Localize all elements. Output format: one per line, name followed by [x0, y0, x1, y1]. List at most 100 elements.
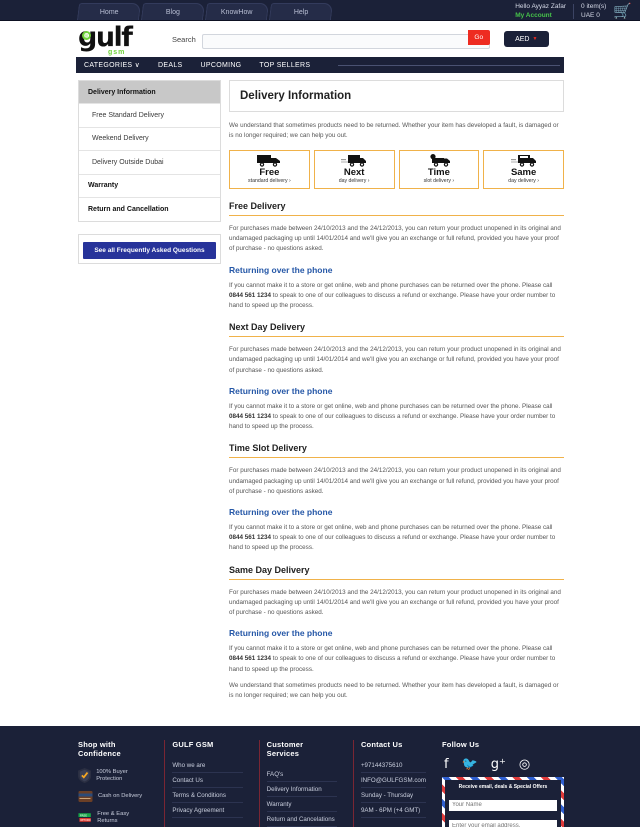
- faq-box: See all Frequently Asked Questions: [78, 234, 221, 265]
- phone-post: to speak to one of our colleagues to dis…: [229, 534, 556, 552]
- section-same-day-delivery: Same Day Delivery For purchases made bet…: [229, 565, 564, 702]
- footer-link-warranty[interactable]: Warranty: [266, 797, 337, 813]
- greeting-text: Hello Ayyaz Zafar: [515, 3, 567, 10]
- shield-check-icon: [78, 768, 92, 784]
- truck-clock-icon: [430, 154, 450, 167]
- currency-selector[interactable]: AED ▼: [503, 31, 549, 47]
- truck-speed-icon: [341, 155, 367, 167]
- section-subheading: Returning over the phone: [229, 385, 333, 396]
- trust-label: Free & Easy Returns: [97, 810, 130, 824]
- truck-today-icon: [510, 155, 536, 167]
- sidebar-item-warranty[interactable]: Warranty: [79, 175, 220, 198]
- google-plus-icon[interactable]: g⁺: [491, 758, 506, 771]
- cart-item-count: 0 item(s): [581, 3, 607, 10]
- footer-company-column: GULF GSM Who we are Contact Us Terms & C…: [164, 740, 243, 827]
- nav-item-upcoming[interactable]: UPCOMING: [201, 62, 242, 69]
- footer-link-return-cancelations[interactable]: Return and Cancelations: [266, 812, 337, 827]
- top-nav-item-blog[interactable]: Blog: [140, 3, 206, 20]
- social-row: f 🐦 g⁺ ◎: [442, 758, 564, 771]
- footer-link-terms[interactable]: Terms & Conditions: [172, 788, 243, 804]
- closing-paragraph: We understand that sometimes products ne…: [229, 681, 559, 700]
- delivery-box-sub: standard delivery ›: [248, 178, 291, 184]
- logo-circle-icon: ◎: [81, 31, 91, 40]
- section-heading: Time Slot Delivery: [229, 443, 564, 459]
- top-bar: Home Blog KnowHow Help Hello Ayyaz Zafar…: [0, 0, 640, 21]
- phone-pre: If you cannot make it to a store or get …: [229, 281, 553, 289]
- delivery-box-free[interactable]: Free standard delivery ›: [229, 150, 310, 189]
- delivery-box-title: Time: [427, 167, 450, 178]
- top-nav-item-knowhow[interactable]: KnowHow: [204, 3, 270, 20]
- footer-link-contact-us[interactable]: Contact Us: [172, 773, 243, 789]
- footer-column-title: Contact Us: [360, 740, 403, 750]
- section-free-delivery: Free Delivery For purchases made between…: [229, 201, 564, 311]
- nav-item-deals[interactable]: DEALS: [158, 62, 182, 69]
- footer-link-faqs[interactable]: FAQ's: [266, 767, 337, 783]
- facebook-icon[interactable]: f: [444, 758, 449, 771]
- main-nav: CATEGORIES ∨ DEALS UPCOMING TOP SELLERS: [76, 57, 564, 73]
- footer-follow-column: Follow Us f 🐦 g⁺ ◎ Receive email, deals …: [442, 740, 564, 827]
- account-area: Hello Ayyaz Zafar My Account 0 item(s) U…: [515, 2, 632, 20]
- newsletter-email-input[interactable]: [449, 820, 558, 827]
- truck-icon: [257, 155, 281, 167]
- phone-number: 0844 561 1234: [229, 655, 272, 663]
- section-heading: Same Day Delivery: [229, 565, 564, 580]
- site-logo[interactable]: gulf ◎ gsm: [78, 24, 150, 56]
- main-content: Delivery Information We understand that …: [229, 80, 564, 712]
- top-nav-label: Blog: [165, 9, 180, 16]
- newsletter-title: Receive email, deals & Special Offers: [458, 784, 548, 791]
- contact-hours: 9AM - 6PM (+4 GMT): [360, 803, 427, 819]
- see-all-faq-button[interactable]: See all Frequently Asked Questions: [83, 242, 216, 260]
- svg-text:RETURN: RETURN: [80, 818, 90, 822]
- section-paragraph: For purchases made between 24/10/2013 an…: [229, 346, 561, 374]
- divider: [573, 3, 575, 19]
- top-nav-item-help[interactable]: Help: [268, 3, 334, 20]
- section-heading: Free Delivery: [229, 201, 564, 216]
- phone-pre: If you cannot make it to a store or get …: [229, 402, 553, 410]
- footer-column-title: Follow Us: [442, 740, 480, 750]
- delivery-box-sub: day delivery ›: [338, 178, 370, 184]
- delivery-box-title: Free: [259, 167, 280, 178]
- search-go-button[interactable]: Go: [467, 29, 490, 45]
- nav-item-top-sellers[interactable]: TOP SELLERS: [259, 62, 310, 69]
- sidebar-item-delivery-information[interactable]: Delivery Information: [79, 81, 220, 105]
- footer-trust-column: Shop with Confidence 100% Buyer Protecti…: [78, 740, 148, 827]
- sidebar-list: Delivery Information Free Standard Deliv…: [78, 80, 221, 223]
- footer-link-who-we-are[interactable]: Who we are: [172, 758, 243, 774]
- delivery-box-time[interactable]: Time slot delivery ›: [398, 150, 480, 189]
- top-nav-item-home[interactable]: Home: [76, 3, 142, 20]
- newsletter-box: Receive email, deals & Special Offers Su…: [442, 777, 564, 827]
- footer-link-delivery-information[interactable]: Delivery Information: [266, 782, 337, 798]
- top-nav-label: Home: [99, 9, 119, 16]
- shopping-cart-icon[interactable]: 🛒: [613, 4, 632, 19]
- logo-subtext: gsm: [108, 49, 126, 56]
- wallet-icon: [78, 791, 93, 803]
- contact-phone[interactable]: +97144375610: [360, 758, 427, 774]
- footer-link-privacy[interactable]: Privacy Agreement: [172, 803, 243, 819]
- phone-post: to speak to one of our colleagues to dis…: [229, 413, 556, 431]
- phone-pre: If you cannot make it to a store or get …: [229, 645, 553, 653]
- delivery-box-same[interactable]: Same day delivery ›: [483, 150, 564, 189]
- sidebar-item-weekend-delivery[interactable]: Weekend Delivery: [79, 128, 220, 152]
- return-tag-icon: FREE RETURN: [78, 813, 91, 822]
- sidebar-item-delivery-outside-dubai[interactable]: Delivery Outside Dubai: [79, 151, 220, 175]
- search-input[interactable]: [201, 33, 490, 49]
- delivery-box-next[interactable]: Next day delivery ›: [313, 150, 395, 189]
- phone-number: 0844 561 1234: [229, 413, 272, 421]
- nav-item-categories[interactable]: CATEGORIES ∨: [84, 61, 140, 69]
- newsletter-name-input[interactable]: [449, 799, 558, 811]
- svg-text:FREE: FREE: [80, 814, 87, 818]
- contact-email[interactable]: INFO@GULFGSM.com: [360, 773, 427, 789]
- instagram-icon[interactable]: ◎: [519, 758, 530, 771]
- page-body: Delivery Information Free Standard Deliv…: [0, 73, 640, 712]
- phone-number: 0844 561 1234: [229, 534, 272, 542]
- twitter-icon[interactable]: 🐦: [462, 758, 478, 771]
- search-row: Search Go: [172, 29, 490, 49]
- phone-number: 0844 561 1234: [229, 291, 272, 299]
- cart-total: UAE 0: [581, 12, 600, 19]
- sidebar-item-free-standard-delivery[interactable]: Free Standard Delivery: [79, 104, 220, 128]
- cart-summary[interactable]: 0 item(s) UAE 0: [581, 2, 606, 20]
- sidebar-item-return-and-cancellation[interactable]: Return and Cancellation: [79, 198, 220, 221]
- my-account-link[interactable]: My Account: [515, 11, 566, 20]
- phone-post: to speak to one of our colleagues to dis…: [229, 291, 556, 310]
- section-phone-paragraph: If you cannot make it to a store or get …: [229, 281, 564, 312]
